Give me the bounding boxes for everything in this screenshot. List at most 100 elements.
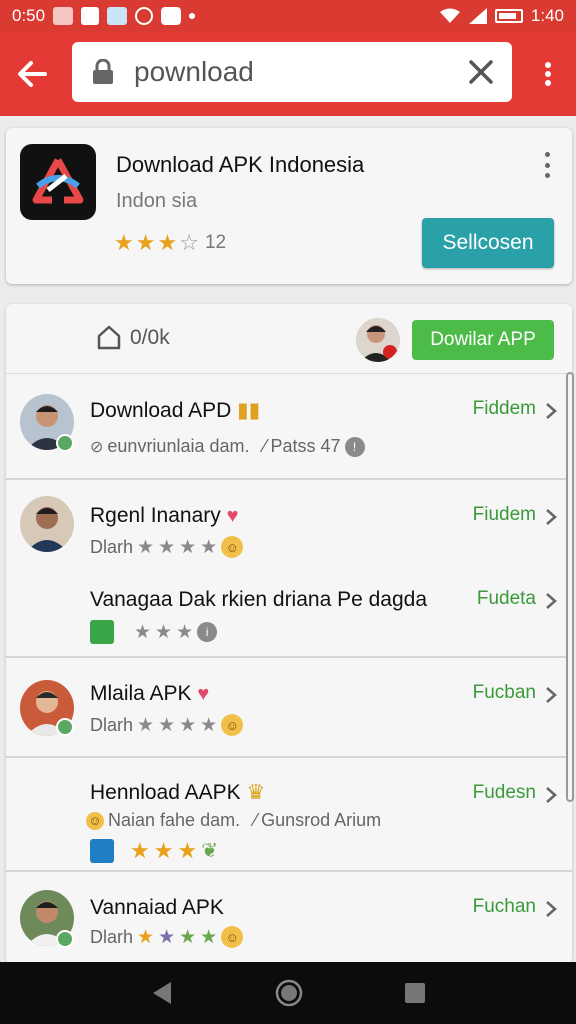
app-title: Download APK Indonesia: [116, 152, 365, 177]
item-action[interactable]: Fuchan: [473, 896, 536, 918]
dot-icon: [189, 13, 196, 19]
star-icon: ★: [200, 536, 218, 558]
clock-icon: !: [344, 436, 365, 457]
scrollbar[interactable]: [566, 372, 574, 802]
item-action[interactable]: Fiddem: [473, 398, 536, 420]
heart-icon: ♥: [226, 505, 239, 527]
star-icon: ★: [179, 714, 197, 736]
item-title: Vanagaa Dak rkien driana Pe dagda: [90, 588, 428, 611]
list-item[interactable]: Vanagaa Dak rkien driana Pe dagda ★ ★ ★ i …: [6, 570, 572, 658]
list-item[interactable]: Rgenl Inanary ♥ Dlarh ★ ★ ★ ★ ☺ Fiudem: [6, 480, 572, 570]
app-logo: [20, 144, 96, 220]
emoji-icon: ☺: [221, 536, 244, 558]
results-panel: 0/0k Dowilar APP Download APD ▮▮ ⊘ eunvr…: [6, 304, 572, 964]
app-action-button[interactable]: Sellcosen: [422, 218, 554, 268]
app-icon: [90, 620, 114, 644]
chevron-right-icon: [546, 403, 557, 419]
heart-icon: ♥: [197, 683, 210, 705]
home-icon[interactable]: [96, 324, 122, 350]
nav-recents-icon[interactable]: [403, 981, 427, 1005]
download-count: 0/0k: [130, 326, 170, 349]
star-icon: ★: [114, 230, 134, 255]
emoji-icon: ☺: [221, 926, 244, 948]
lock-icon: [93, 59, 113, 84]
status-bar: 0:50 1:40: [0, 0, 576, 32]
star-icon: ★: [155, 621, 173, 643]
star-icon: ★: [200, 714, 218, 736]
avatar-image: [356, 318, 400, 362]
chevron-right-icon: [546, 509, 557, 525]
star-icon: ★: [137, 714, 155, 736]
item-subtitle: ⊘ eunvriunlaia dam. ⁄ Patss 47 !: [90, 436, 365, 457]
star-icon: ★: [179, 536, 197, 558]
item-subtitle: Dlarh ★ ★ ★ ★ ☺: [90, 536, 244, 558]
toolbar: [0, 32, 576, 116]
item-action[interactable]: Fiudem: [473, 504, 536, 526]
chevron-right-icon: [546, 687, 557, 703]
item-title: Hennload AAPK ♛: [90, 781, 266, 804]
list-item[interactable]: Download APD ▮▮ ⊘ eunvriunlaia dam. ⁄ Pa…: [6, 376, 572, 480]
image-icon: [107, 7, 128, 25]
emoji-icon: ☺: [221, 714, 244, 736]
search-bar[interactable]: [72, 42, 512, 102]
item-title: Vannaiad APK: [90, 896, 224, 919]
list-item[interactable]: Hennload AAPK ♛ ☺ Naian fahe dam. ⁄ Guns…: [6, 758, 572, 872]
chevron-right-icon: [546, 901, 557, 917]
item-subtitle: ☺ Naian fahe dam. ⁄ Gunsrod Arium: [86, 810, 381, 831]
nav-home-icon[interactable]: [274, 978, 304, 1008]
star-icon: ★: [130, 837, 150, 863]
tag-icon: ⁄: [263, 436, 267, 456]
shield-icon: [81, 7, 100, 25]
item-title: Download APD ▮▮: [90, 399, 261, 422]
star-icon: ★: [137, 536, 155, 558]
star-icon: ★: [137, 926, 155, 948]
star-icon: ★: [176, 621, 194, 643]
app-overflow-menu-icon[interactable]: [542, 152, 552, 178]
item-title: Rgenl Inanary ♥: [90, 504, 239, 527]
cell-signal-icon: [468, 8, 487, 24]
star-icon: ★: [158, 714, 176, 736]
emoji-icon: ☺: [86, 811, 104, 830]
star-icon: ★: [179, 926, 197, 948]
clear-button[interactable]: [464, 55, 498, 89]
signal-icon: [135, 7, 154, 25]
star-icon: ★: [158, 536, 176, 558]
online-badge-icon: [56, 434, 74, 452]
list-item[interactable]: Vannaiad APK Dlarh ★ ★ ★ ★ ☺ Fuchan: [6, 872, 572, 964]
chart-icon: ▮▮: [237, 399, 261, 422]
download-app-button[interactable]: Dowilar APP: [412, 320, 554, 360]
item-action[interactable]: Fudeta: [477, 588, 536, 610]
item-rating: ★ ★ ★ ❦: [90, 838, 218, 863]
online-badge-icon: [56, 930, 74, 948]
star-icon: ★: [135, 230, 156, 255]
rating-count: 12: [204, 232, 227, 253]
panel-header: 0/0k Dowilar APP: [6, 304, 572, 374]
avatar[interactable]: [356, 318, 400, 362]
trophy-icon: ♛: [246, 781, 266, 804]
app-developer: Indon sia: [116, 190, 198, 212]
item-action[interactable]: Fucban: [473, 682, 536, 704]
list-item[interactable]: Mlaila APK ♥ Dlarh ★ ★ ★ ★ ☺ Fucban: [6, 658, 572, 758]
app-rating: ★ ★ ★ ☆ 12: [114, 232, 226, 254]
status-time-left: 0:50: [12, 6, 46, 25]
info-icon: i: [197, 622, 218, 642]
back-button[interactable]: [0, 32, 64, 116]
link-icon: ⊘: [90, 438, 104, 456]
leaf-icon: ❦: [201, 840, 218, 862]
item-subtitle: Dlarh ★ ★ ★ ★ ☺: [90, 714, 244, 736]
wifi-icon: [439, 8, 460, 23]
app-card[interactable]: Download APK Indonesia Indon sia ★ ★ ★ ☆…: [6, 128, 572, 284]
tag-icon: ⁄: [254, 810, 258, 830]
overflow-menu-icon[interactable]: [538, 58, 558, 90]
item-title: Mlaila APK ♥: [90, 682, 210, 705]
mail-icon: [161, 7, 182, 25]
chevron-right-icon: [546, 787, 557, 803]
nav-back-icon[interactable]: [149, 980, 175, 1006]
star-icon: ★: [177, 837, 198, 863]
item-action[interactable]: Fudesn: [473, 782, 536, 804]
avatar: [20, 496, 74, 552]
app-logo-icon: [32, 158, 84, 204]
search-input[interactable]: [134, 56, 434, 88]
item-subtitle: Dlarh ★ ★ ★ ★ ☺: [90, 926, 244, 948]
notification-icon: [53, 7, 74, 25]
